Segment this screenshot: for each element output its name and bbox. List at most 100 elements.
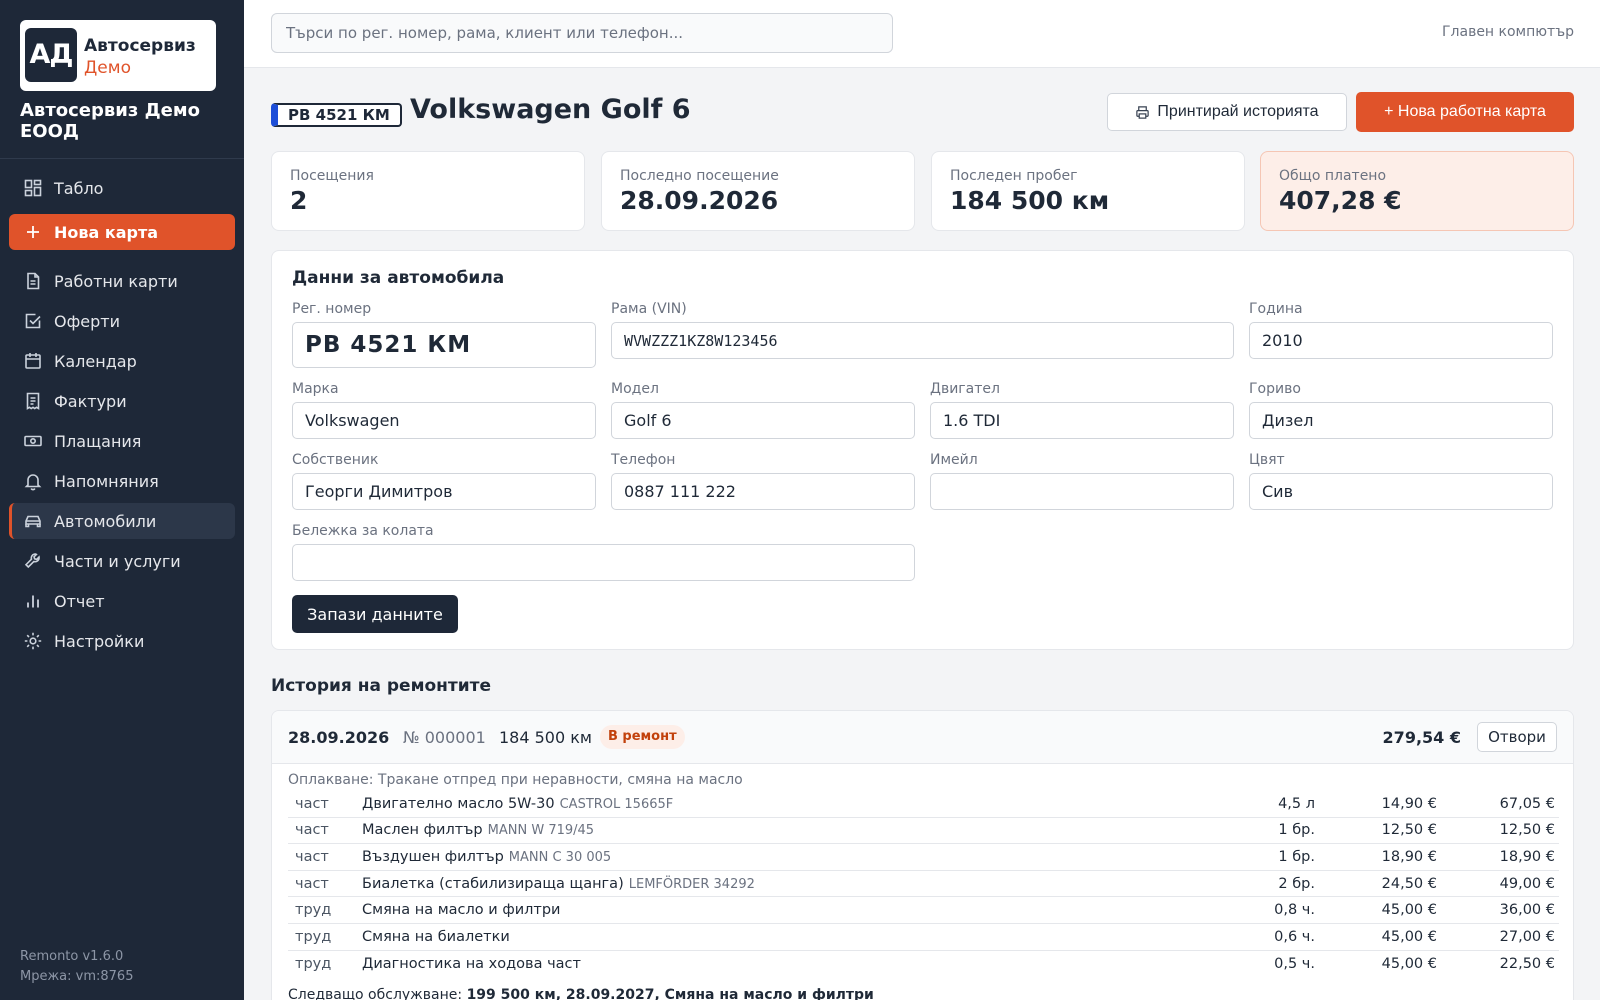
- sidebar-item-offers[interactable]: Оферти: [9, 303, 235, 339]
- bar-chart-icon: [27, 595, 39, 608]
- item-sum: 22,50 €: [1499, 955, 1555, 972]
- stat-total-paid: Общо платено 407,28 €: [1260, 151, 1574, 231]
- sidebar-item-work-cards[interactable]: Работни карти: [9, 263, 235, 299]
- plus-icon: [27, 226, 39, 238]
- sidebar-item-label: Календар: [54, 351, 137, 371]
- table-row: труд Смяна на масло и филтри 0,8 ч. 45,00 €…: [288, 897, 1559, 924]
- print-history-button[interactable]: Принтирай историята: [1107, 93, 1347, 131]
- entry-total: 279,54 €: [1382, 728, 1461, 747]
- stat-last-visit: Последно посещение 28.09.2026: [601, 151, 915, 231]
- next-service: Следващо обслужване: 199 500 км, 28.09.2…: [288, 987, 874, 1000]
- item-quantity: 2 бр.: [1278, 875, 1315, 892]
- open-entry-button[interactable]: Отвори: [1477, 722, 1557, 752]
- make-label: Марка: [292, 381, 339, 397]
- sidebar-item-label: Плащания: [54, 431, 142, 451]
- sidebar-item-dashboard[interactable]: Табло: [9, 170, 235, 206]
- make-field[interactable]: [292, 402, 596, 439]
- vin-field[interactable]: [611, 322, 1234, 359]
- car-note-field[interactable]: [292, 544, 915, 581]
- sidebar-item-label: Настройки: [54, 631, 145, 651]
- history-entry-header: 28.09.2026 № 000001 184 500 км В ремонт …: [272, 711, 1573, 764]
- sidebar-item-invoices[interactable]: Фактури: [9, 383, 235, 419]
- sidebar-item-label: Нова карта: [54, 222, 159, 242]
- sidebar-item-reminders[interactable]: Напомняния: [9, 463, 235, 499]
- item-name-cell: Двигателно масло 5W-30 CASTROL 15665F: [362, 796, 1235, 812]
- wrench-icon: [24, 553, 40, 569]
- stat-value: 184 500 км: [950, 186, 1110, 215]
- item-name-cell: Въздушен филтър MANN C 30 005: [362, 849, 1235, 865]
- new-work-card-label: + Нова работна карта: [1384, 103, 1546, 120]
- email-field[interactable]: [930, 473, 1234, 510]
- item-unit-price: 18,90 €: [1381, 848, 1437, 865]
- year-field[interactable]: [1249, 322, 1553, 359]
- item-name: Биалетка (стабилизираща щанга): [362, 875, 624, 892]
- engine-label: Двигател: [930, 381, 1000, 397]
- item-name-cell: Смяна на масло и филтри: [362, 902, 1235, 918]
- item-type: част: [295, 822, 329, 839]
- stat-label: Последно посещение: [620, 168, 779, 184]
- sidebar-item-report[interactable]: Отчет: [9, 583, 235, 619]
- table-row: част Двигателно масло 5W-30 CASTROL 15665F…: [288, 791, 1559, 818]
- brand-logo[interactable]: АД Автосервиз Демо: [20, 20, 216, 91]
- item-type: част: [295, 875, 329, 892]
- color-field[interactable]: [1249, 473, 1553, 510]
- item-name: Двигателно масло 5W-30: [362, 795, 555, 812]
- item-sum: 12,50 €: [1499, 822, 1555, 839]
- receipt-icon: [26, 392, 40, 410]
- sidebar-item-calendar[interactable]: Календар: [9, 343, 235, 379]
- fuel-label: Гориво: [1249, 381, 1301, 397]
- owner-label: Собственик: [292, 452, 379, 468]
- sidebar-item-payments[interactable]: Плащания: [9, 423, 235, 459]
- item-name-cell: Маслен филтър MANN W 719/45: [362, 822, 1235, 838]
- item-sum: 36,00 €: [1499, 902, 1555, 919]
- table-row: част Биалетка (стабилизираща щанга) LEMFÖR…: [288, 871, 1559, 898]
- model-label: Модел: [611, 381, 659, 397]
- vehicle-data-card: [271, 250, 1574, 650]
- item-code: CASTROL 15665F: [559, 796, 674, 812]
- item-quantity: 4,5 л: [1278, 795, 1315, 812]
- fuel-field[interactable]: [1249, 402, 1553, 439]
- item-code: LEMFÖRDER 34292: [628, 876, 755, 892]
- logo-mark: АД: [25, 28, 77, 82]
- stat-value: 2: [290, 186, 308, 215]
- network-info: Мрежа: vm:8765: [20, 969, 134, 984]
- item-sum: 49,00 €: [1499, 875, 1555, 892]
- table-row: част Въздушен филтър MANN C 30 005 1 бр. 18,…: [288, 844, 1559, 871]
- item-unit-price: 45,00 €: [1381, 955, 1437, 972]
- stat-last-mileage: Последен пробег 184 500 км: [931, 151, 1245, 231]
- sidebar-item-settings[interactable]: Настройки: [9, 623, 235, 659]
- computer-name: Главен компютър: [1442, 24, 1574, 40]
- next-service-label: Следващо обслужване:: [288, 987, 463, 1000]
- sidebar-item-vehicles[interactable]: Автомобили: [9, 503, 235, 539]
- repair-history-entry: 28.09.2026 № 000001 184 500 км В ремонт …: [271, 710, 1574, 1000]
- item-name-cell: Смяна на биалетки: [362, 929, 1235, 945]
- calendar-icon: [25, 353, 41, 369]
- sidebar-item-label: Напомняния: [54, 471, 159, 491]
- gear-icon: [24, 632, 42, 650]
- entry-number: № 000001: [403, 728, 486, 747]
- item-sum: 67,05 €: [1499, 795, 1555, 812]
- owner-field[interactable]: [292, 473, 596, 510]
- reg-number-field[interactable]: [292, 322, 596, 368]
- item-code: MANN C 30 005: [508, 849, 612, 865]
- stat-visits: Посещения 2: [271, 151, 585, 231]
- new-work-card-button[interactable]: + Нова работна карта: [1356, 92, 1574, 132]
- vehicle-data-title: Данни за автомобила: [292, 268, 505, 288]
- model-field[interactable]: [611, 402, 915, 439]
- entry-mileage: 184 500 км: [499, 728, 592, 747]
- sidebar-item-new-card[interactable]: Нова карта: [9, 214, 235, 250]
- item-type: труд: [295, 955, 332, 972]
- stat-label: Общо платено: [1279, 168, 1387, 184]
- item-unit-price: 24,50 €: [1381, 875, 1437, 892]
- item-unit-price: 45,00 €: [1381, 902, 1437, 919]
- search-input[interactable]: [271, 13, 893, 53]
- topbar: Главен компютър: [244, 0, 1600, 68]
- sidebar-divider: [0, 158, 244, 159]
- phone-label: Телефон: [611, 452, 676, 468]
- stat-label: Посещения: [290, 168, 374, 184]
- phone-field[interactable]: [611, 473, 915, 510]
- stat-value: 28.09.2026: [620, 186, 779, 215]
- sidebar-item-parts-services[interactable]: Части и услуги: [9, 543, 235, 579]
- engine-field[interactable]: [930, 402, 1234, 439]
- save-vehicle-button[interactable]: Запази данните: [292, 595, 458, 633]
